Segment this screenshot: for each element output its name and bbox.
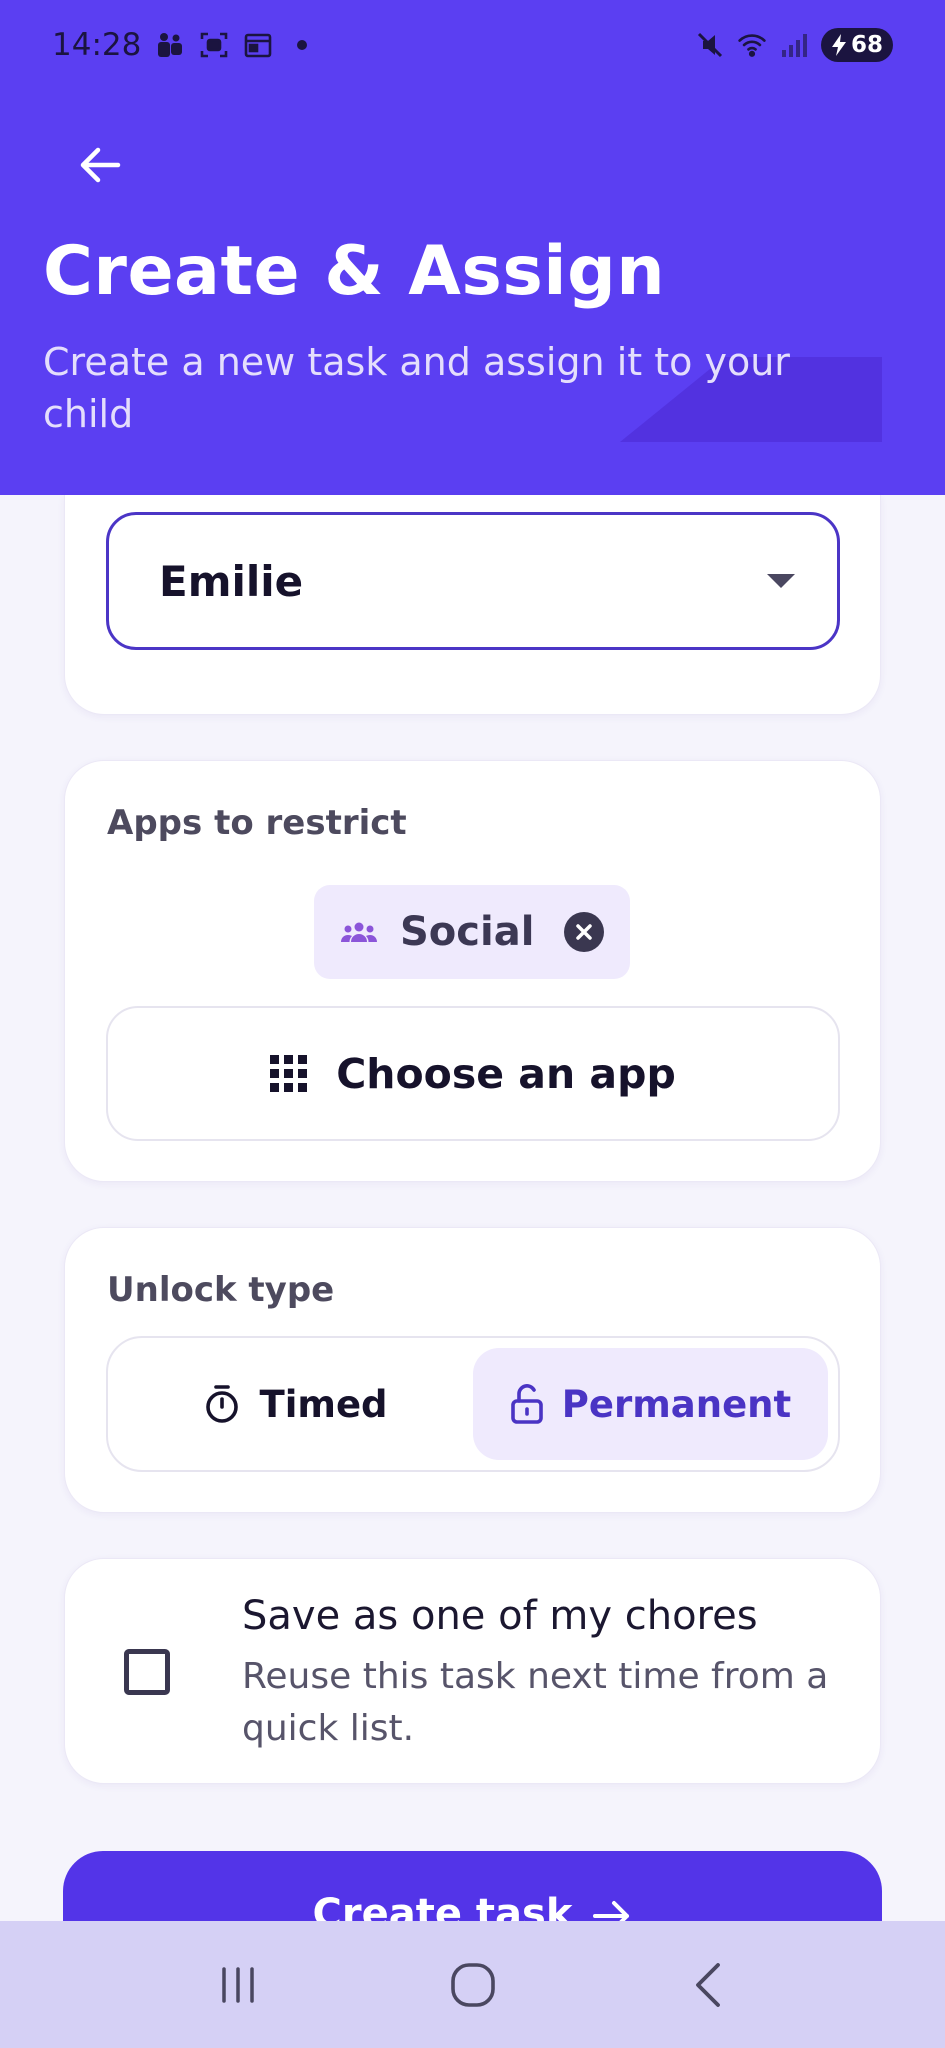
calendar-icon [243,30,273,60]
child-select[interactable]: Emilie [106,512,840,650]
apps-card: Apps to restrict Social Choose an app [64,760,881,1182]
system-nav-bar [0,1921,945,2048]
timer-icon [206,1385,239,1423]
page-subtitle: Create a new task and assign it to your … [43,340,790,436]
mute-icon [695,30,725,60]
battery-indicator: 68 [820,28,893,62]
choose-app-button[interactable]: Choose an app [106,1006,840,1141]
child-select-value: Emilie [159,556,304,606]
recent-apps-icon [221,1966,254,2003]
back-button[interactable] [62,130,138,200]
apps-label: Apps to restrict [107,803,407,843]
grid-apps-icon [270,1054,308,1092]
chores-card: Save as one of my chores Reuse this task… [64,1558,881,1784]
notification-dot [297,40,308,50]
unlock-option-timed-label: Timed [259,1382,388,1426]
app-chip-social: Social [314,885,630,979]
caret-down-icon [767,574,795,588]
teams-icon [155,30,185,60]
screen-record-icon [199,30,229,60]
header: 14:28 68 Create & Assign Create a new ta… [0,0,945,495]
child-card: Emilie [64,495,881,715]
status-time: 14:28 [52,27,142,63]
signal-icon [779,30,809,60]
page-title: Create & Assign [43,232,666,311]
unlock-option-timed[interactable]: Timed [118,1348,473,1460]
arrow-left-icon [80,147,121,183]
unlock-option-permanent[interactable]: Permanent [473,1348,828,1460]
status-right: 68 [695,28,893,62]
battery-charging-icon [831,34,846,56]
people-group-icon [341,922,377,942]
unlock-type-toggle: Timed Permanent [106,1336,840,1472]
home-icon [450,1962,495,2007]
choose-app-label: Choose an app [336,1049,676,1098]
home-button[interactable] [433,1945,513,2025]
wifi-icon [737,30,767,60]
status-left: 14:28 [52,27,308,63]
app-chip-label: Social [400,909,535,955]
save-chore-description: Reuse this task next time from a quick l… [242,1656,829,1749]
unlock-label: Unlock type [107,1270,335,1310]
battery-level: 68 [850,32,883,58]
recent-apps-button[interactable] [198,1945,278,2025]
system-back-button[interactable] [668,1945,748,2025]
unlock-card: Unlock type Timed Permanent [64,1227,881,1513]
close-icon [576,924,592,940]
create-assign-screen: 14:28 68 Create & Assign Create a new ta… [0,0,945,2048]
remove-chip-button[interactable] [564,912,604,952]
save-chore-checkbox[interactable] [124,1649,170,1695]
save-chore-title: Save as one of my chores [242,1593,758,1639]
unlock-icon [510,1384,543,1424]
chevron-left-icon [695,1962,720,2007]
unlock-option-permanent-label: Permanent [561,1382,792,1426]
status-bar: 14:28 68 [0,0,945,90]
